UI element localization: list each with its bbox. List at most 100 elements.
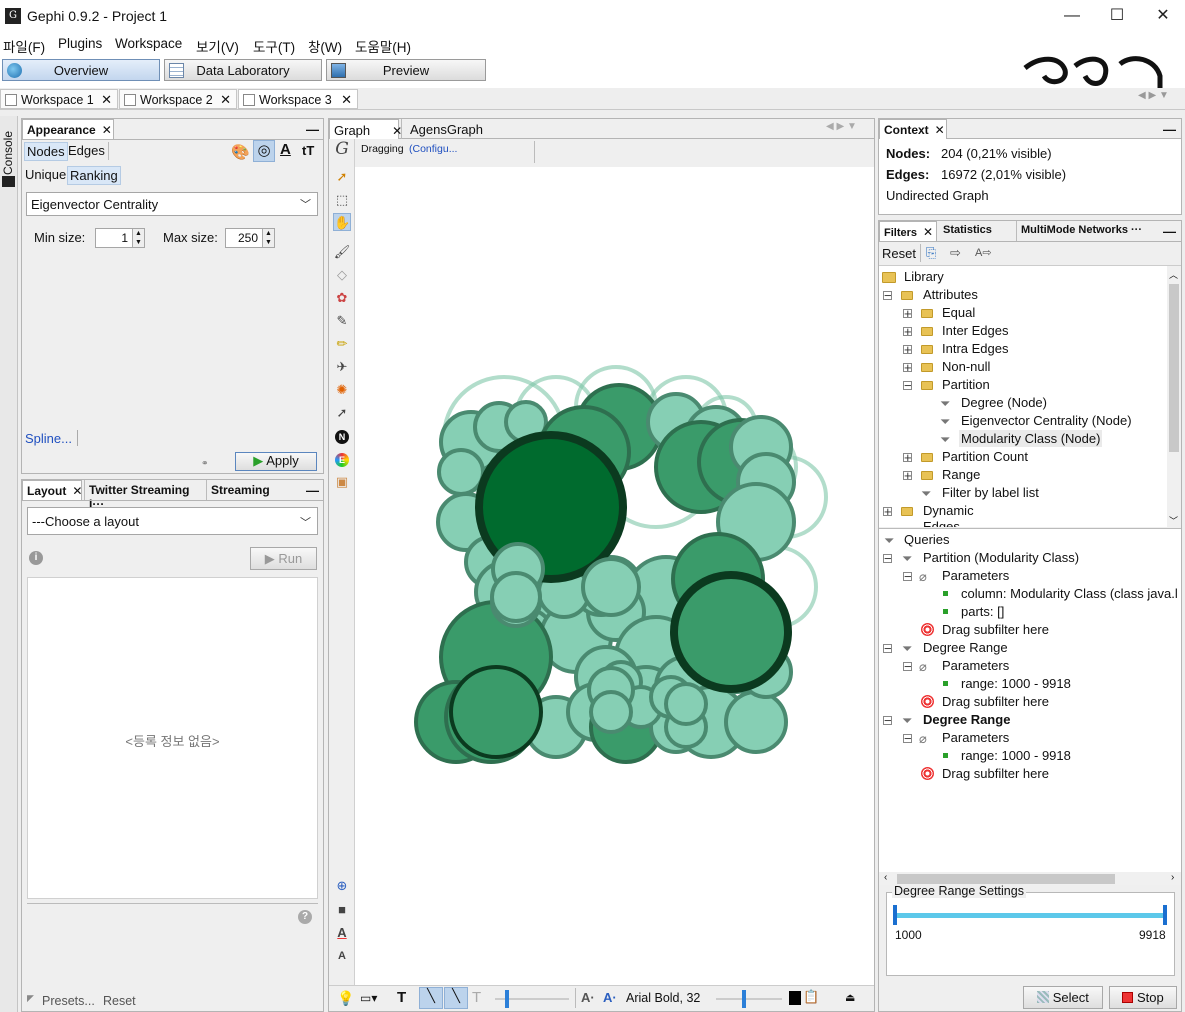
run-button[interactable]: ▶ Run [250, 547, 317, 570]
autorefresh-icon[interactable]: A⇨ [975, 246, 992, 259]
tab-workspace-3[interactable]: Workspace 3 ✕ [238, 89, 358, 109]
expand-icon[interactable]: ⏏ [845, 991, 855, 1004]
param-range[interactable]: range: 1000 - 9918 [961, 676, 1071, 691]
drag-subfilter-1[interactable]: Drag subfilter here [942, 622, 1049, 637]
collapse-icon[interactable]: − [883, 642, 892, 655]
color-swatch-icon[interactable] [789, 991, 801, 1005]
close-tab-icon[interactable]: ✕ [101, 92, 112, 108]
close-icon[interactable]: ✕ [923, 225, 933, 239]
library-inter-edges[interactable]: Inter Edges [942, 323, 1009, 338]
library-root[interactable]: Library [904, 269, 944, 284]
slider-min-thumb[interactable] [893, 905, 897, 925]
expand-icon[interactable]: + [903, 307, 912, 320]
ranking-tab[interactable]: Ranking [67, 166, 121, 185]
data-laboratory-button[interactable]: Data Laboratory [164, 59, 322, 81]
library-edges[interactable]: Edges [923, 519, 960, 527]
console-tab[interactable]: Console [1, 124, 17, 182]
degree-range-slider[interactable] [893, 905, 1167, 925]
drag-subfilter-2[interactable]: Drag subfilter here [942, 694, 1049, 709]
font-color-icon[interactable]: A· [603, 990, 617, 1005]
graph-node[interactable] [437, 448, 485, 496]
collapse-icon[interactable]: − [883, 289, 892, 302]
close-icon[interactable]: ✕ [102, 123, 112, 137]
library-filter-by-label[interactable]: Filter by label list [942, 485, 1039, 500]
overview-button[interactable]: Overview [2, 59, 160, 81]
gear-icon[interactable]: ✺ [333, 381, 351, 399]
pointer-icon[interactable]: ➚ [333, 168, 351, 186]
library-equal[interactable]: Equal [942, 305, 975, 320]
menu-help[interactable]: 도움말(H) [355, 36, 411, 56]
tab-layout[interactable]: Layout ✕ [22, 480, 82, 500]
edge-label-icon[interactable]: T [472, 989, 481, 1006]
tab-appearance[interactable]: Appearance ✕ [22, 119, 114, 139]
label-scale-slider[interactable] [716, 990, 782, 1008]
close-button[interactable]: ✕ [1143, 4, 1183, 28]
scroll-left-icon[interactable]: ‹ [884, 872, 887, 883]
expand-icon[interactable]: + [903, 469, 912, 482]
expand-icon[interactable]: + [903, 343, 912, 356]
library-intra-edges[interactable]: Intra Edges [942, 341, 1009, 356]
collapse-icon[interactable]: − [883, 552, 892, 565]
close-icon[interactable]: ✕ [72, 484, 82, 498]
nodes-toggle[interactable]: Nodes [24, 142, 68, 161]
label-color-icon[interactable]: A [333, 924, 351, 942]
configure-link[interactable]: (Configu... [409, 143, 457, 155]
preview-button[interactable]: Preview [326, 59, 486, 81]
stop-button[interactable]: Stop [1109, 986, 1177, 1009]
collapse-icon[interactable]: − [903, 379, 912, 392]
label-font-icon[interactable]: A [333, 947, 351, 965]
edge-straight-icon[interactable]: ╲ [419, 987, 443, 1009]
brush-icon[interactable]: 🖌 [333, 243, 351, 261]
tab-statistics[interactable]: Statistics [939, 221, 1015, 241]
neighbor-icon[interactable]: N [333, 427, 351, 445]
palette-icon[interactable]: 🎨 [231, 143, 250, 161]
graph-canvas[interactable] [356, 167, 874, 985]
param-parts[interactable]: parts: [] [961, 604, 1004, 619]
max-size-spinner[interactable]: 250 ▲ ▼ [225, 228, 275, 248]
camera-icon[interactable]: ▣ [333, 473, 351, 491]
tab-twitter-streaming[interactable]: Twitter Streaming I··· [84, 480, 204, 511]
spinner-arrows-icon[interactable]: ▲ ▼ [262, 229, 274, 247]
collapse-icon[interactable]: − [903, 570, 912, 583]
library-modularity-node[interactable]: Modularity Class (Node) [959, 430, 1103, 447]
graph-node[interactable] [589, 690, 633, 734]
cursor-help-icon[interactable]: ➚ [333, 404, 351, 422]
maximize-button[interactable]: ☐ [1097, 4, 1137, 28]
menu-tools[interactable]: 도구(T) [253, 36, 295, 56]
unique-tab[interactable]: Unique [25, 167, 66, 182]
query-degree-range-2[interactable]: Degree Range [923, 712, 1010, 727]
minimize-icon[interactable]: — [1163, 224, 1176, 239]
show-labels-icon[interactable]: T [397, 989, 406, 1006]
ranking-attribute-select[interactable]: Eigenvector Centrality ﹀ [26, 192, 318, 216]
edge-scale-slider[interactable] [495, 990, 569, 1008]
collapse-icon[interactable]: − [903, 732, 912, 745]
clipboard-icon[interactable]: 📋 [803, 989, 819, 1005]
library-partition-count[interactable]: Partition Count [942, 449, 1028, 464]
diamond-icon[interactable]: ◇ [333, 266, 351, 284]
label-size-icon[interactable]: tT [302, 143, 314, 158]
edge-color-icon[interactable]: ╲ [444, 987, 468, 1009]
library-dynamic[interactable]: Dynamic [923, 503, 974, 518]
filter-export-icon[interactable]: ⎘ [926, 245, 936, 261]
graph-node[interactable] [670, 571, 792, 693]
close-tab-icon[interactable]: ✕ [341, 92, 352, 108]
scroll-thumb[interactable] [897, 874, 1115, 884]
query-degree-range-1[interactable]: Degree Range [923, 640, 1008, 655]
help-icon[interactable]: ? [298, 910, 312, 924]
tab-scroll-arrows[interactable]: ◀ ▶ ▼ [1138, 90, 1169, 101]
graph-node[interactable] [449, 665, 543, 759]
edge-pencil-icon[interactable]: ✏ [333, 335, 351, 353]
rect-select-icon[interactable]: ⬚ [333, 191, 351, 209]
tab-streaming[interactable]: Streaming [206, 480, 286, 500]
query-partition-modularity[interactable]: Partition (Modularity Class) [923, 550, 1079, 565]
expand-icon[interactable]: + [903, 451, 912, 464]
param-column[interactable]: column: Modularity Class (class java.l [961, 586, 1178, 601]
slider-max-thumb[interactable] [1163, 905, 1167, 925]
graph-node[interactable] [664, 682, 708, 726]
tab-multimode-networks[interactable]: MultiMode Networks ··· [1016, 221, 1148, 241]
edge-icon[interactable]: E [333, 450, 351, 468]
library-degree-node[interactable]: Degree (Node) [961, 395, 1047, 410]
menu-window[interactable]: 창(W) [308, 36, 342, 56]
zoom-icon[interactable]: ⊕ [333, 877, 351, 895]
scroll-up-icon[interactable]: ︿ [1169, 268, 1178, 281]
